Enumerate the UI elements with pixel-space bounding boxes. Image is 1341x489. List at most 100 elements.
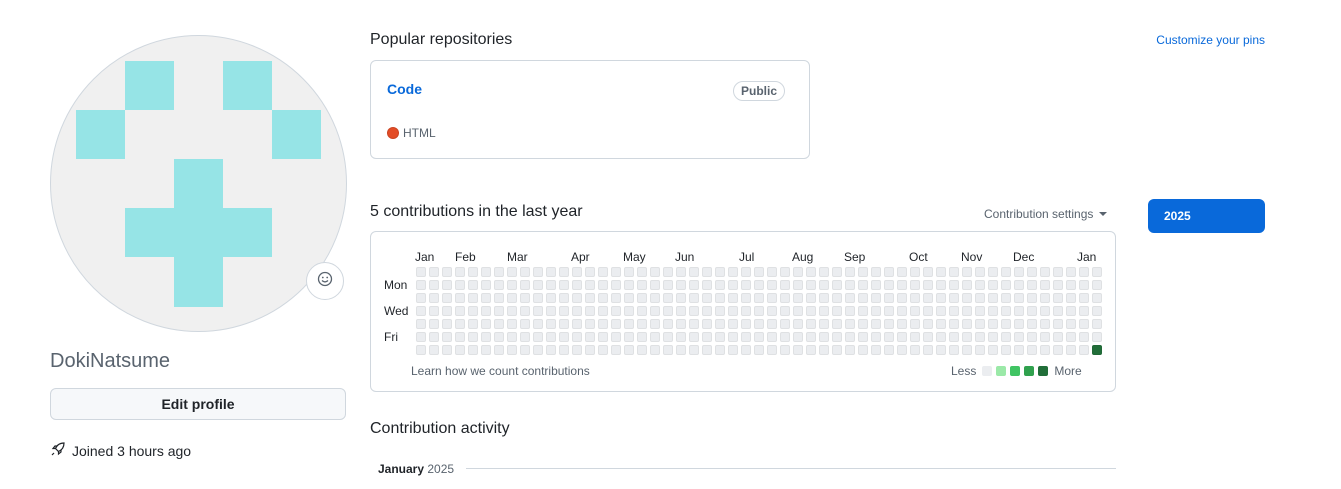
contribution-day[interactable]	[962, 280, 972, 290]
contribution-day[interactable]	[897, 319, 907, 329]
contribution-day[interactable]	[676, 332, 686, 342]
contribution-day[interactable]	[520, 306, 530, 316]
contribution-day[interactable]	[1092, 293, 1102, 303]
contribution-day[interactable]	[975, 267, 985, 277]
contribution-day[interactable]	[442, 319, 452, 329]
contribution-day[interactable]	[520, 332, 530, 342]
contribution-day[interactable]	[429, 332, 439, 342]
contribution-day[interactable]	[910, 306, 920, 316]
contribution-day[interactable]	[1066, 280, 1076, 290]
contribution-day[interactable]	[624, 267, 634, 277]
contribution-day[interactable]	[1053, 345, 1063, 355]
contribution-day[interactable]	[780, 332, 790, 342]
contribution-day[interactable]	[949, 319, 959, 329]
contribution-day[interactable]	[416, 280, 426, 290]
contribution-day[interactable]	[442, 306, 452, 316]
contribution-day[interactable]	[936, 319, 946, 329]
contribution-day[interactable]	[650, 267, 660, 277]
contribution-day[interactable]	[507, 345, 517, 355]
contribution-day[interactable]	[832, 267, 842, 277]
contribution-day[interactable]	[572, 319, 582, 329]
contribution-day[interactable]	[858, 345, 868, 355]
contribution-day[interactable]	[715, 306, 725, 316]
avatar[interactable]	[50, 35, 347, 332]
contribution-day[interactable]	[754, 345, 764, 355]
contribution-day[interactable]	[741, 332, 751, 342]
contribution-day[interactable]	[455, 319, 465, 329]
contribution-day[interactable]	[533, 319, 543, 329]
contribution-day[interactable]	[884, 319, 894, 329]
contribution-day[interactable]	[728, 319, 738, 329]
contribution-day[interactable]	[520, 280, 530, 290]
contribution-day[interactable]	[1079, 267, 1089, 277]
contribution-day[interactable]	[637, 332, 647, 342]
contribution-day[interactable]	[481, 280, 491, 290]
contribution-day[interactable]	[455, 306, 465, 316]
contribution-day[interactable]	[1079, 306, 1089, 316]
contribution-day[interactable]	[871, 319, 881, 329]
contribution-day[interactable]	[546, 345, 556, 355]
contribution-day[interactable]	[767, 267, 777, 277]
contribution-day[interactable]	[819, 332, 829, 342]
contribution-day[interactable]	[741, 293, 751, 303]
contribution-day[interactable]	[975, 293, 985, 303]
contribution-day[interactable]	[455, 267, 465, 277]
contribution-day[interactable]	[611, 332, 621, 342]
contribution-day[interactable]	[897, 332, 907, 342]
contribution-day[interactable]	[429, 319, 439, 329]
contribution-day[interactable]	[702, 293, 712, 303]
contribution-day[interactable]	[572, 293, 582, 303]
contribution-day[interactable]	[481, 345, 491, 355]
contribution-day[interactable]	[1001, 345, 1011, 355]
contribution-day[interactable]	[962, 267, 972, 277]
contribution-day[interactable]	[1066, 319, 1076, 329]
contribution-day[interactable]	[676, 293, 686, 303]
contribution-day[interactable]	[767, 280, 777, 290]
contribution-day[interactable]	[624, 293, 634, 303]
contribution-day[interactable]	[741, 345, 751, 355]
contribution-day[interactable]	[533, 306, 543, 316]
contribution-day[interactable]	[1027, 293, 1037, 303]
contribution-day[interactable]	[663, 345, 673, 355]
contribution-day[interactable]	[936, 293, 946, 303]
contribution-day[interactable]	[715, 319, 725, 329]
contribution-day[interactable]	[611, 267, 621, 277]
contribution-day[interactable]	[689, 267, 699, 277]
contribution-day[interactable]	[676, 306, 686, 316]
contribution-day[interactable]	[754, 332, 764, 342]
contribution-day[interactable]	[702, 267, 712, 277]
contribution-day[interactable]	[767, 319, 777, 329]
contribution-day[interactable]	[507, 319, 517, 329]
contribution-day[interactable]	[910, 345, 920, 355]
contribution-day[interactable]	[715, 293, 725, 303]
contribution-day[interactable]	[598, 293, 608, 303]
contribution-day[interactable]	[1079, 319, 1089, 329]
contribution-day[interactable]	[559, 345, 569, 355]
contribution-day[interactable]	[923, 319, 933, 329]
contribution-day[interactable]	[624, 345, 634, 355]
set-status-button[interactable]	[306, 262, 344, 300]
contribution-day[interactable]	[845, 332, 855, 342]
contribution-day[interactable]	[962, 293, 972, 303]
contribution-day[interactable]	[728, 293, 738, 303]
contribution-day[interactable]	[923, 345, 933, 355]
contribution-day[interactable]	[1092, 267, 1102, 277]
contribution-day[interactable]	[1092, 345, 1102, 355]
contribution-day[interactable]	[910, 280, 920, 290]
contribution-day[interactable]	[1053, 319, 1063, 329]
repo-name-link[interactable]: Code	[387, 81, 422, 97]
contribution-day[interactable]	[442, 345, 452, 355]
contribution-day[interactable]	[1001, 332, 1011, 342]
contribution-day[interactable]	[585, 280, 595, 290]
contribution-day[interactable]	[1053, 280, 1063, 290]
contribution-day[interactable]	[416, 319, 426, 329]
contribution-day[interactable]	[468, 267, 478, 277]
contribution-day[interactable]	[598, 280, 608, 290]
contribution-day[interactable]	[845, 267, 855, 277]
contribution-day[interactable]	[897, 293, 907, 303]
contribution-day[interactable]	[520, 345, 530, 355]
contribution-day[interactable]	[715, 280, 725, 290]
contribution-day[interactable]	[858, 293, 868, 303]
contribution-day[interactable]	[533, 345, 543, 355]
contribution-day[interactable]	[533, 293, 543, 303]
